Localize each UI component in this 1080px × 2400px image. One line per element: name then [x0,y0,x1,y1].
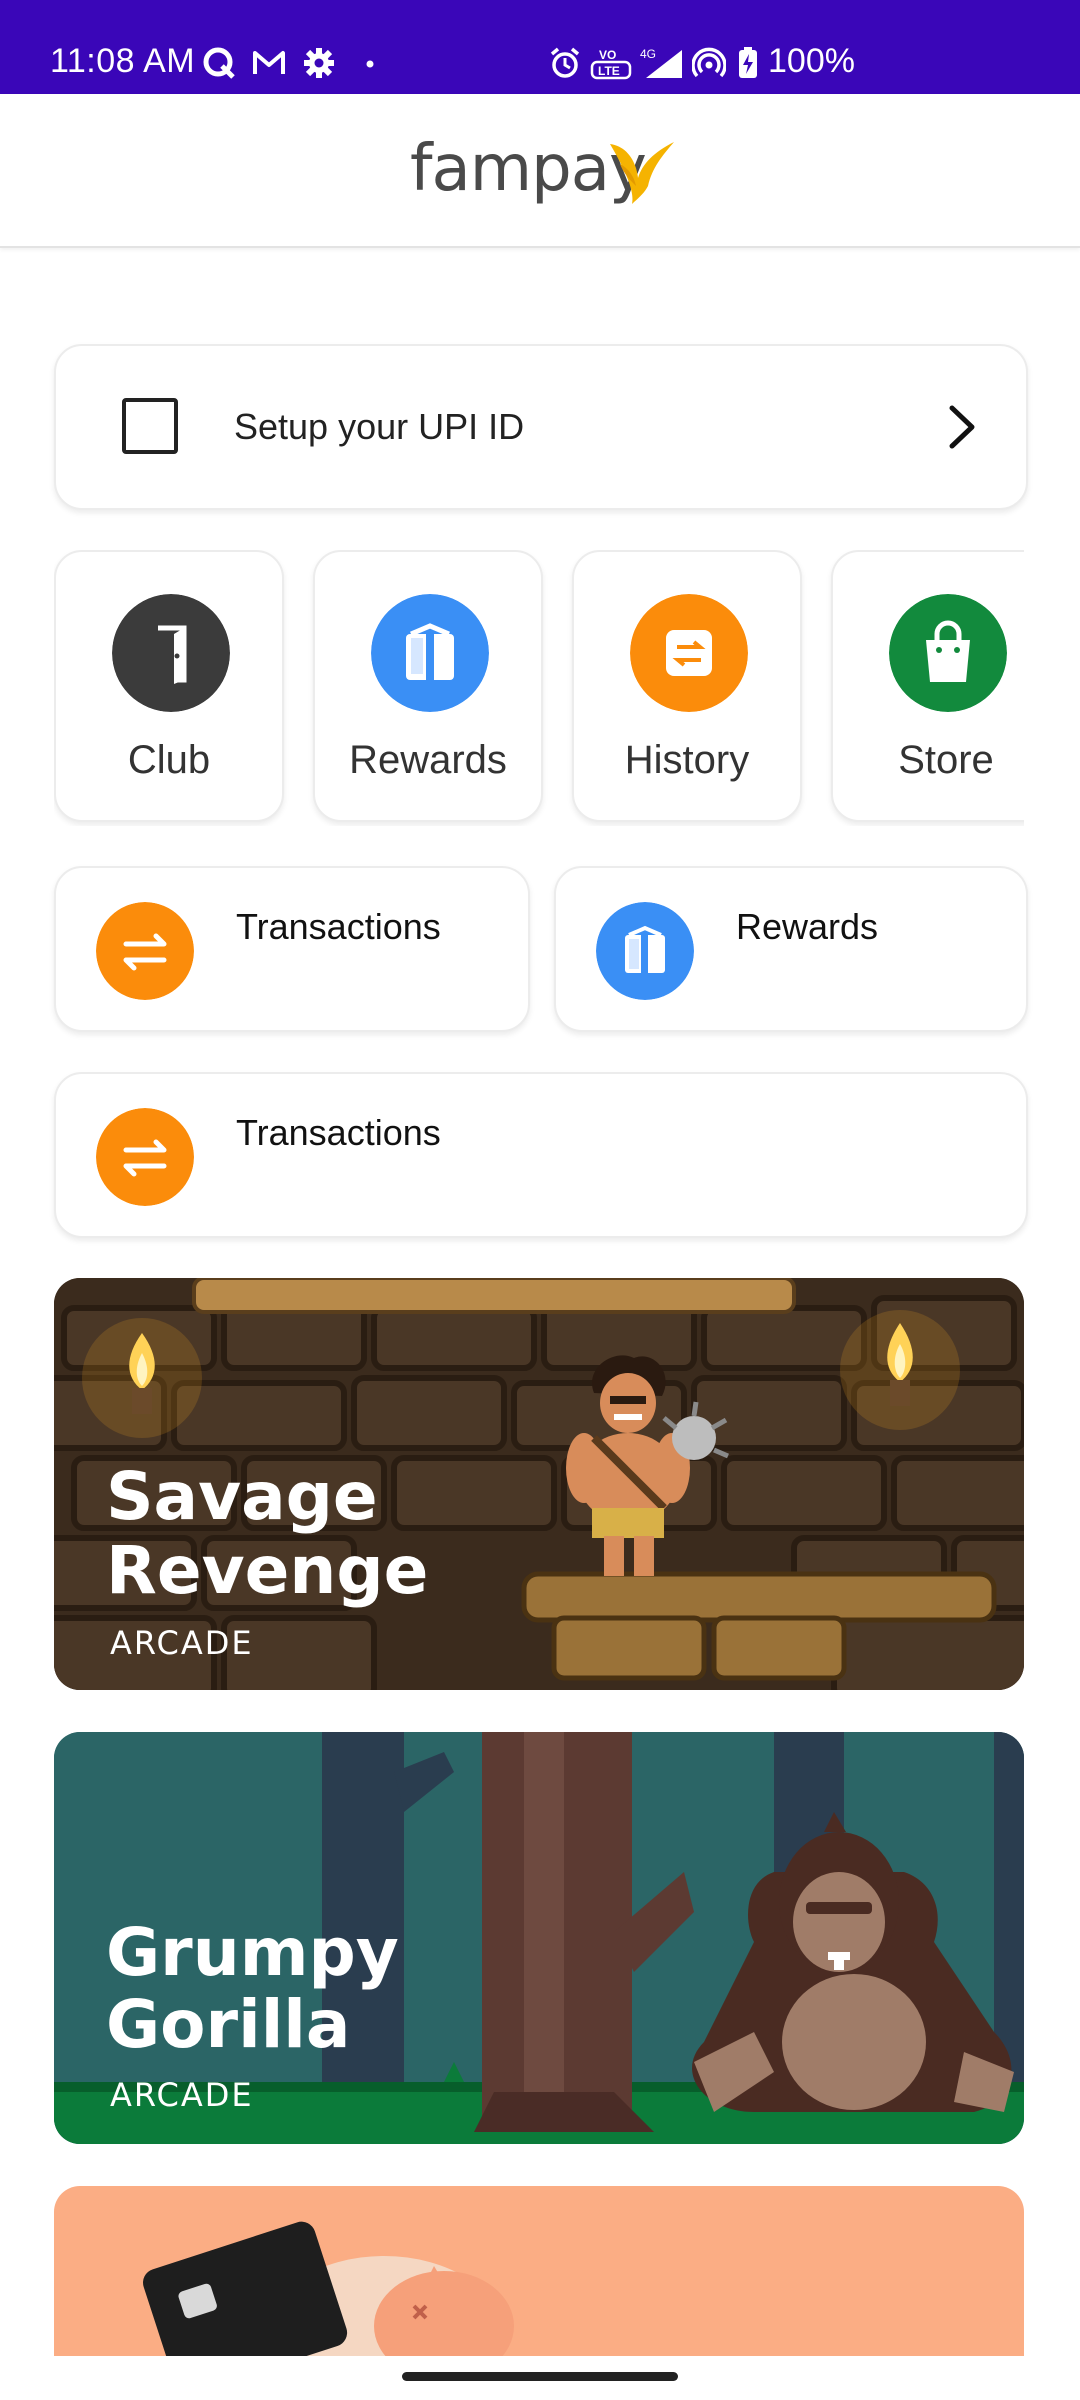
svg-text:VO: VO [599,48,616,62]
upi-checkbox[interactable] [122,398,178,454]
action-label: Transactions [236,906,441,947]
history-icon [630,594,748,712]
door-icon [112,594,230,712]
rewards-card[interactable]: Rewards [554,866,1028,1032]
app-header: fampay [0,94,1080,248]
upi-label: Setup your UPI ID [234,406,525,447]
status-time: 11:08 AM [50,42,196,80]
tile-club[interactable]: Club [54,550,284,822]
game-category: ARCADE [110,2076,254,2114]
settings-icon [304,48,334,78]
svg-text:LTE: LTE [598,64,620,78]
status-bar: 11:08 AM VO LTE 4G 100% [0,0,1080,94]
gesture-nav-bar[interactable] [402,2372,678,2381]
tile-store[interactable]: Store [831,550,1024,822]
tile-history[interactable]: History [572,550,802,822]
gift-icon [371,594,489,712]
quick-access-row: Club Rewards History Store [54,550,1024,826]
gift-icon [596,902,694,1000]
tile-label: Rewards [349,738,507,782]
setup-upi-card[interactable]: Setup your UPI ID [54,344,1028,510]
game-title-line2: Gorilla [106,1986,351,2063]
transactions-card[interactable]: Transactions [54,866,530,1032]
transfer-arrows-icon [96,1108,194,1206]
tile-label: Store [898,738,994,782]
4g-signal-icon: 4G [640,47,682,78]
volte-icon: VO LTE [590,48,632,80]
tile-label: History [624,738,750,782]
battery-charging-icon [739,47,757,78]
svg-text:4G: 4G [640,47,656,61]
dot-icon [366,60,374,68]
fampay-bird-logo-icon [610,142,674,204]
game-banner-savage-revenge[interactable]: Savage Revenge ARCADE [54,1278,1024,1690]
action-label: Transactions [236,1112,441,1153]
tile-rewards[interactable]: Rewards [313,550,543,822]
game-title-line1: Savage [106,1458,378,1535]
q-app-icon [203,47,235,79]
gmail-icon [253,51,285,74]
transfer-arrows-icon [96,902,194,1000]
transactions-card-wide[interactable]: Transactions [54,1072,1028,1238]
battery-percent: 100% [768,42,855,80]
action-label: Rewards [736,906,879,947]
chevron-right-icon [949,405,975,449]
hotspot-icon [692,47,726,78]
card-piggybank-illustration [143,2221,514,2356]
game-category: ARCADE [110,1624,254,1662]
alarm-icon [550,47,580,78]
shopping-bag-icon [889,594,1007,712]
game-banner-grumpy-gorilla[interactable]: Grumpy Gorilla ARCADE [54,1732,1024,2144]
tile-label: Club [127,738,211,782]
game-title-line2: Revenge [106,1532,429,1609]
game-title-line1: Grumpy [106,1914,399,1991]
promo-banner-partial[interactable] [54,2186,1024,2356]
